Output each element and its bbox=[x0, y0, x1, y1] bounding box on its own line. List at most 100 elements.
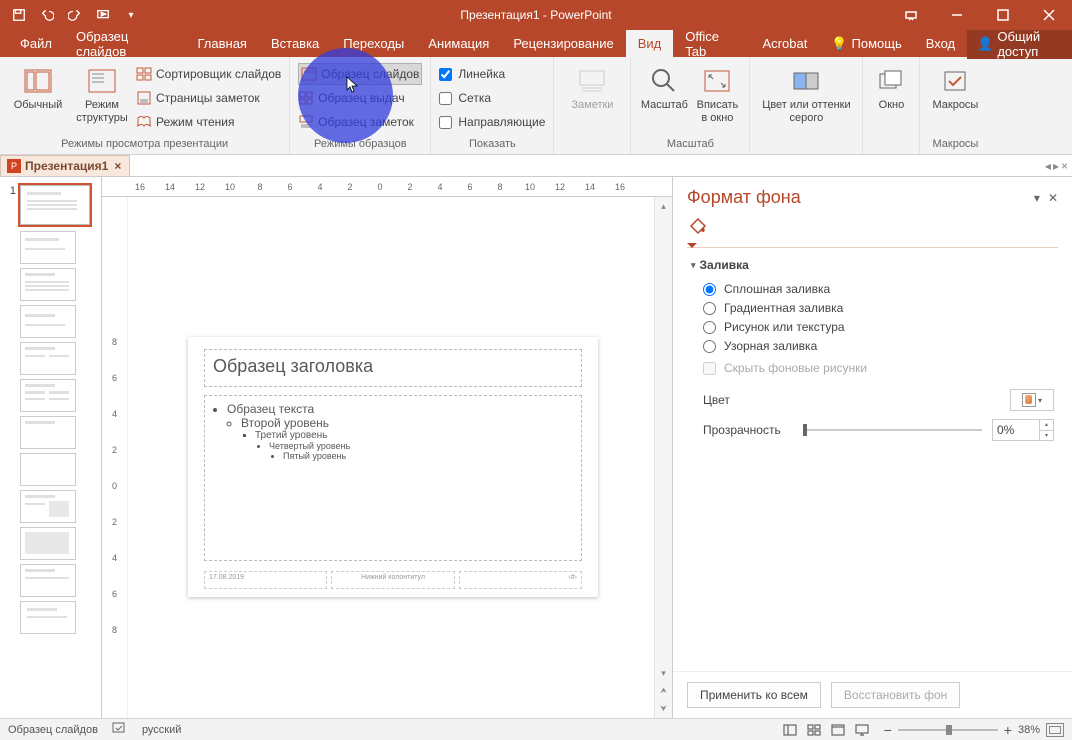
outline-view-button[interactable]: Режим структуры bbox=[72, 61, 132, 125]
close-doc-icon[interactable]: × bbox=[112, 159, 123, 173]
reading-view-status-icon[interactable] bbox=[826, 721, 850, 739]
notes-page-button[interactable]: Страницы заметок bbox=[136, 87, 281, 109]
horizontal-ruler[interactable]: 1614121086420246810121416 bbox=[102, 177, 672, 197]
layout-thumbnail[interactable] bbox=[20, 564, 76, 597]
scroll-down-icon[interactable]: ▾ bbox=[655, 664, 672, 682]
outline-view-icon bbox=[86, 65, 118, 97]
layout-thumbnail[interactable] bbox=[20, 527, 76, 560]
title-placeholder[interactable]: Образец заголовка bbox=[204, 349, 582, 387]
window-button[interactable]: Окно bbox=[871, 61, 911, 112]
share-button[interactable]: 👤Общий доступ bbox=[967, 29, 1072, 59]
solid-fill-radio[interactable]: Сплошная заливка bbox=[703, 282, 1054, 296]
thumbnail-pane[interactable]: 1 bbox=[0, 177, 102, 718]
slide-master[interactable]: Образец заголовка Образец текста Второй … bbox=[188, 337, 598, 597]
spin-down-icon[interactable]: ▾ bbox=[1039, 431, 1053, 441]
transparency-input[interactable]: 0%▴▾ bbox=[992, 419, 1054, 441]
vertical-ruler[interactable]: 864202468 bbox=[102, 197, 128, 718]
doctab-right-icon[interactable]: ▸ bbox=[1053, 159, 1059, 173]
prev-slide-icon[interactable]: ⮝ bbox=[655, 682, 672, 700]
zoom-value[interactable]: 38% bbox=[1018, 724, 1040, 736]
doctab-left-icon[interactable]: ◂ bbox=[1045, 159, 1051, 173]
zoom-button[interactable]: Масштаб bbox=[639, 61, 689, 112]
content-placeholder[interactable]: Образец текста Второй уровень Третий уро… bbox=[204, 395, 582, 561]
normal-view-button[interactable]: Обычный bbox=[8, 61, 68, 112]
picture-fill-radio[interactable]: Рисунок или текстура bbox=[703, 320, 1054, 334]
fit-to-window-button[interactable]: Вписать в окно bbox=[693, 61, 741, 125]
zoom-slider[interactable] bbox=[898, 729, 998, 731]
color-picker-button[interactable]: ▾ bbox=[1010, 389, 1054, 411]
tab-view[interactable]: Вид bbox=[626, 30, 674, 57]
notes-master-icon bbox=[298, 114, 314, 130]
pane-options-icon[interactable]: ▾ bbox=[1034, 191, 1040, 205]
footer-placeholder[interactable]: Нижний колонтитул bbox=[331, 571, 454, 589]
slide-canvas[interactable]: Образец заголовка Образец текста Второй … bbox=[128, 197, 654, 718]
group-window: Окно bbox=[863, 57, 920, 154]
layout-thumbnail[interactable] bbox=[20, 342, 76, 375]
zoom-in-icon[interactable]: + bbox=[1004, 722, 1012, 738]
reading-view-button[interactable]: Режим чтения bbox=[136, 111, 281, 133]
layout-thumbnail[interactable] bbox=[20, 601, 76, 634]
tab-animation[interactable]: Анимация bbox=[416, 30, 501, 57]
notes-master-button[interactable]: Образец заметок bbox=[298, 111, 422, 133]
next-slide-icon[interactable]: ⮟ bbox=[655, 700, 672, 718]
apply-all-button[interactable]: Применить ко всем bbox=[687, 682, 821, 708]
gradient-fill-radio[interactable]: Градиентная заливка bbox=[703, 301, 1054, 315]
zoom-out-icon[interactable]: − bbox=[884, 722, 892, 738]
scroll-up-icon[interactable]: ▴ bbox=[655, 197, 672, 215]
grid-checkbox[interactable]: Сетка bbox=[439, 87, 545, 109]
layout-thumbnail[interactable] bbox=[20, 490, 76, 523]
close-icon[interactable] bbox=[1026, 0, 1072, 30]
layout-thumbnail[interactable] bbox=[20, 231, 76, 264]
layout-thumbnail[interactable] bbox=[20, 305, 76, 338]
maximize-icon[interactable] bbox=[980, 0, 1026, 30]
tab-office-tab[interactable]: Office Tab bbox=[673, 30, 750, 57]
ribbon-options-icon[interactable] bbox=[888, 0, 934, 30]
fit-to-window-status-icon[interactable] bbox=[1046, 723, 1064, 737]
tab-acrobat[interactable]: Acrobat bbox=[751, 30, 820, 57]
pattern-fill-radio[interactable]: Узорная заливка bbox=[703, 339, 1054, 353]
tab-review[interactable]: Рецензирование bbox=[501, 30, 625, 57]
help-button[interactable]: 💡Помощь bbox=[819, 36, 913, 52]
status-language[interactable]: русский bbox=[142, 724, 181, 736]
spellcheck-icon[interactable] bbox=[112, 721, 128, 738]
qat-more-icon[interactable]: ▾ bbox=[120, 4, 142, 26]
slideshow-status-icon[interactable] bbox=[850, 721, 874, 739]
document-tab[interactable]: P Презентация1 × bbox=[0, 155, 130, 176]
undo-icon[interactable] bbox=[36, 4, 58, 26]
minimize-icon[interactable] bbox=[934, 0, 980, 30]
handout-master-button[interactable]: Образец выдач bbox=[298, 87, 422, 109]
pane-close-icon[interactable]: ✕ bbox=[1048, 191, 1058, 205]
macros-button[interactable]: Макросы bbox=[928, 61, 982, 112]
signin-button[interactable]: Вход bbox=[914, 36, 967, 51]
start-slideshow-icon[interactable] bbox=[92, 4, 114, 26]
sorter-view-status-icon[interactable] bbox=[802, 721, 826, 739]
normal-view-status-icon[interactable] bbox=[778, 721, 802, 739]
layout-thumbnail[interactable] bbox=[20, 268, 76, 301]
tab-slide-master[interactable]: Образец слайдов bbox=[64, 30, 186, 57]
save-icon[interactable] bbox=[8, 4, 30, 26]
slide-sorter-button[interactable]: Сортировщик слайдов bbox=[136, 63, 281, 85]
color-grayscale-button[interactable]: Цвет или оттенки серого bbox=[758, 61, 854, 125]
tab-transitions[interactable]: Переходы bbox=[331, 30, 416, 57]
layout-thumbnail[interactable] bbox=[20, 379, 76, 412]
slide-master-button[interactable]: Образец слайдов bbox=[298, 63, 422, 85]
master-thumbnail[interactable] bbox=[20, 185, 90, 225]
guides-checkbox[interactable]: Направляющие bbox=[439, 111, 545, 133]
vertical-scrollbar[interactable]: ▴ ▾ ⮝ ⮟ bbox=[654, 197, 672, 718]
transparency-slider[interactable] bbox=[803, 429, 982, 431]
fill-category-icon[interactable] bbox=[673, 214, 1072, 247]
tab-home[interactable]: Главная bbox=[185, 30, 258, 57]
spin-up-icon[interactable]: ▴ bbox=[1039, 420, 1053, 431]
redo-icon[interactable] bbox=[64, 4, 86, 26]
slide-master-icon bbox=[301, 66, 317, 82]
layout-thumbnail[interactable] bbox=[20, 416, 76, 449]
layout-thumbnail[interactable] bbox=[20, 453, 76, 486]
tab-file[interactable]: Файл bbox=[8, 30, 64, 57]
date-placeholder[interactable]: 17.08.2019 bbox=[204, 571, 327, 589]
ruler-checkbox[interactable]: Линейка bbox=[439, 63, 545, 85]
tab-insert[interactable]: Вставка bbox=[259, 30, 331, 57]
page-number-placeholder[interactable]: ‹#› bbox=[459, 571, 582, 589]
fill-section-header[interactable]: Заливка bbox=[691, 258, 1054, 272]
doctab-close-icon[interactable]: × bbox=[1061, 159, 1068, 173]
bulb-icon: 💡 bbox=[831, 36, 847, 52]
